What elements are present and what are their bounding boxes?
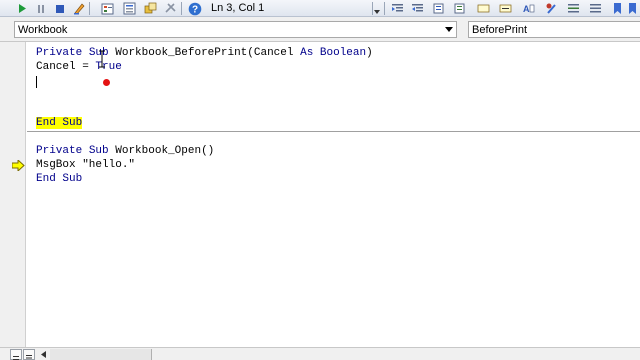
code-window-footer [0, 347, 640, 360]
assignment-text: Cancel = [36, 61, 96, 73]
keyword-private: Private [36, 47, 83, 59]
procedure-name: Workbook_Open() [115, 145, 215, 157]
code-line-1: Private Sub Workbook_BeforePrint(Cancel … [36, 46, 373, 60]
horizontal-scrollbar[interactable] [50, 349, 152, 360]
keyword-end-sub: End Sub [36, 173, 83, 185]
indent-icon[interactable] [390, 1, 405, 16]
list-properties-icon[interactable] [432, 1, 447, 16]
scroll-left-arrow-icon[interactable] [38, 349, 49, 360]
outdent-icon[interactable] [410, 1, 425, 16]
code-line-msgbox: MsgBox "hello." [36, 158, 135, 172]
project-explorer-icon[interactable] [100, 1, 115, 16]
object-browser-icon[interactable] [143, 1, 158, 16]
toolbox-icon[interactable] [163, 1, 178, 16]
end-sub-highlighted: End Sub [36, 117, 83, 129]
comment-block-icon[interactable] [566, 1, 581, 16]
execution-pointer-arrow-icon [12, 160, 25, 171]
code-line-end-sub: End Sub [36, 116, 83, 130]
full-module-view-button[interactable] [23, 349, 35, 360]
margin-indicator-bar[interactable] [0, 42, 26, 347]
code-line-open-sub: Private Sub Workbook_Open() [36, 144, 214, 158]
procedure-dropdown-value: BeforePrint [472, 24, 528, 36]
properties-icon[interactable] [122, 1, 137, 16]
close-paren: ) [366, 47, 373, 59]
procedure-dropdown[interactable]: BeforePrint [468, 21, 640, 38]
cursor-position-indicator: Ln 3, Col 1 [211, 2, 265, 14]
click-indicator-dot [103, 79, 110, 86]
next-bookmark-icon[interactable] [628, 1, 638, 16]
help-icon[interactable]: ? [187, 1, 202, 16]
code-window-header: Workbook BeforePrint [0, 17, 640, 42]
chevron-down-icon[interactable] [442, 22, 456, 37]
object-dropdown[interactable]: Workbook [14, 21, 457, 38]
bookmark-icon[interactable] [610, 1, 625, 16]
quick-info-icon[interactable] [476, 1, 491, 16]
text-caret [36, 76, 37, 88]
object-dropdown-value: Workbook [18, 24, 68, 36]
keyword-as: As [300, 47, 314, 59]
toolbar-overflow-chevron-icon[interactable] [374, 1, 380, 16]
code-editor[interactable]: Private Sub Workbook_BeforePrint(Cancel … [27, 42, 640, 347]
svg-text:?: ? [191, 4, 197, 15]
stop-icon[interactable] [52, 1, 67, 16]
pause-icon[interactable] [33, 1, 48, 16]
keyword-sub: Sub [88, 145, 109, 157]
code-line-end-sub-2: End Sub [36, 172, 82, 186]
parameter-info-icon[interactable] [498, 1, 513, 16]
code-line-2: Cancel = True [36, 60, 122, 74]
keyword-boolean: Boolean [319, 47, 367, 59]
procedure-signature: Workbook_BeforePrint(Cancel [115, 47, 294, 59]
ibeam-cursor-icon [99, 50, 105, 68]
list-constants-icon[interactable] [453, 1, 468, 16]
uncomment-block-icon[interactable] [588, 1, 603, 16]
keyword-private: Private [36, 145, 83, 157]
procedure-separator [27, 131, 640, 132]
complete-word-icon[interactable]: A [521, 1, 536, 16]
msgbox-statement: MsgBox "hello." [36, 159, 136, 171]
procedure-view-button[interactable] [10, 349, 22, 360]
run-icon[interactable] [14, 1, 29, 16]
toggle-breakpoint-icon[interactable] [544, 1, 559, 16]
design-mode-icon[interactable] [72, 1, 87, 16]
svg-text:A: A [523, 4, 530, 14]
vbe-toolbar: ? Ln 3, Col 1 A [0, 0, 640, 17]
